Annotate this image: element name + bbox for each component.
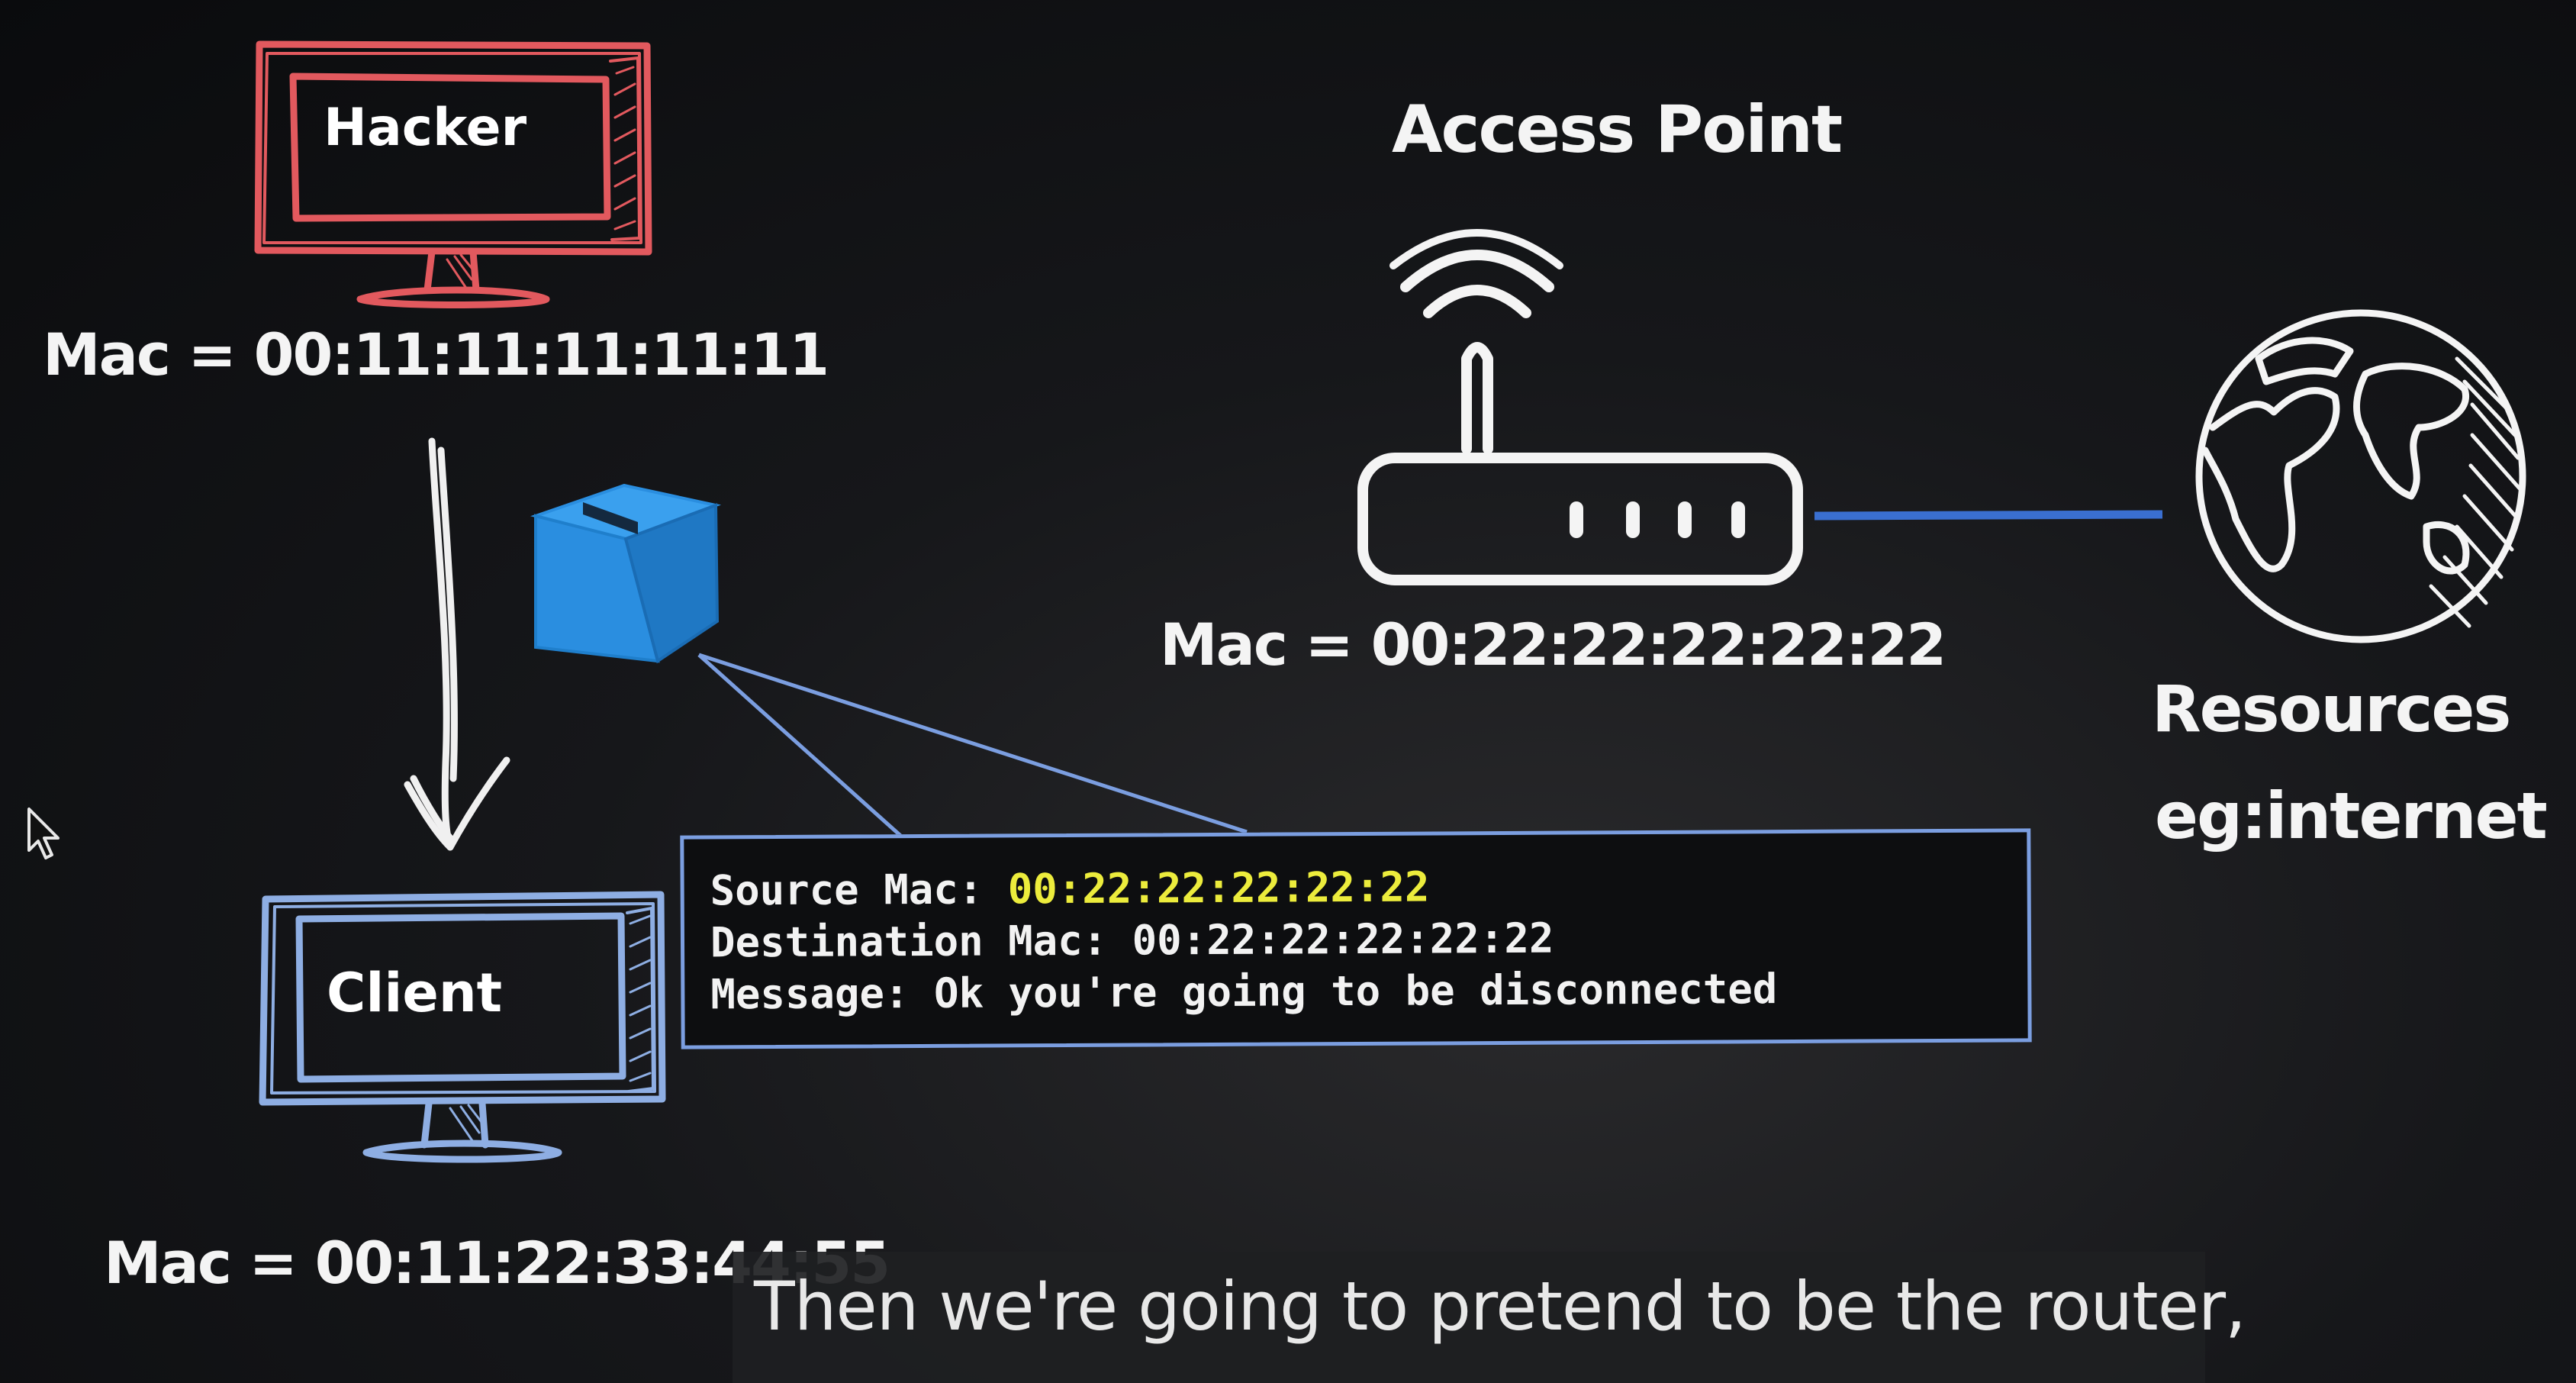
mouse-cursor-icon (27, 808, 60, 859)
message-label: Message: (710, 969, 910, 1019)
package-icon (530, 483, 722, 664)
resources-title: Resources (2152, 672, 2511, 746)
hacker-monitor-icon (254, 40, 652, 308)
source-mac-line: Source Mac: 00:22:22:22:22:22 (710, 858, 2027, 917)
hacker-mac-label: Mac = 00:11:11:11:11:11 (43, 321, 829, 388)
source-mac-label: Source Mac: (710, 865, 984, 915)
network-link (1814, 510, 2163, 521)
router-icon (1357, 229, 1803, 585)
down-arrow-icon (404, 437, 510, 851)
hacker-screen-label: Hacker (324, 98, 527, 158)
access-point-title: Access Point (1392, 92, 1843, 168)
destination-mac-line: Destination Mac: 00:22:22:22:22:22 (710, 910, 2027, 969)
caption-text: Then we're going to pretend to be the ro… (754, 1267, 2246, 1346)
client-monitor-icon (259, 891, 666, 1163)
resources-subtitle: eg:internet (2155, 779, 2548, 853)
source-mac-value: 00:22:22:22:22:22 (1007, 862, 1430, 914)
diagram-stage: Hacker Mac = 00:11:11:11:11:11 Access Po… (0, 0, 2576, 1383)
access-point-mac-label: Mac = 00:22:22:22:22:22 (1160, 611, 1946, 679)
packet-details-box: Source Mac: 00:22:22:22:22:22 Destinatio… (680, 828, 2032, 1049)
message-callout (697, 653, 1248, 841)
destination-mac-value: 00:22:22:22:22:22 (1132, 914, 1554, 965)
globe-icon (2195, 309, 2526, 643)
destination-mac-label: Destination Mac: (710, 916, 1108, 967)
client-screen-label: Client (327, 962, 503, 1024)
message-value: Ok you're going to be disconnected (933, 965, 1778, 1017)
message-line: Message: Ok you're going to be disconnec… (710, 962, 2027, 1020)
